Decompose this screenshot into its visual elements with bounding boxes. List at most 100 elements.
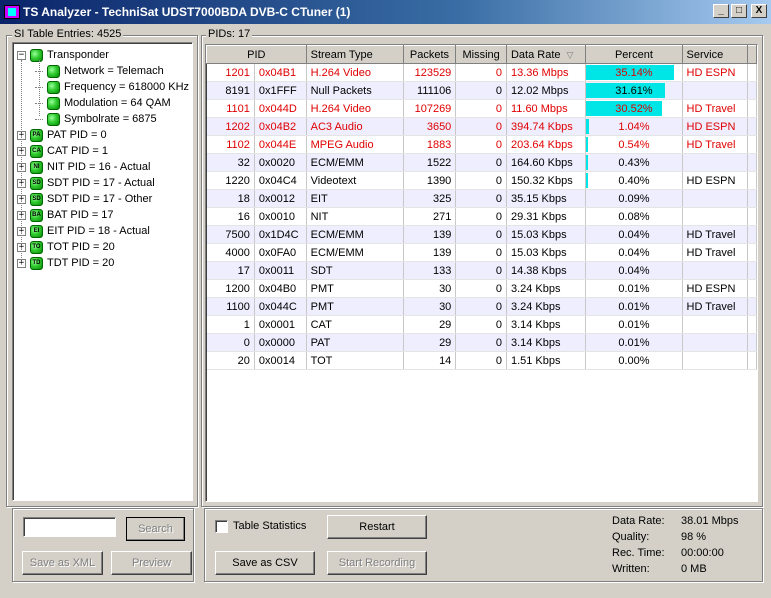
table-statistics-label[interactable]: Table Statistics <box>233 520 306 532</box>
preview-button[interactable]: Preview <box>111 551 192 575</box>
percent-text: 0.04% <box>618 228 650 241</box>
tree-node[interactable]: + TD TDT PID = 20 <box>17 255 114 271</box>
column-header-stream-type[interactable]: Stream Type <box>305 45 404 64</box>
save-as-xml-button[interactable]: Save as XML <box>22 551 103 575</box>
pid-table-view[interactable]: PID Stream Type Packets Missing Data Rat… <box>205 44 758 502</box>
cell-filler <box>747 297 757 316</box>
table-row[interactable]: 1202 0x04B2 AC3 Audio 3650 0 394.74 Kbps 1.04%… <box>206 117 757 136</box>
cell-packets: 3650 <box>403 117 457 136</box>
tree-node[interactable]: − Transponder <box>17 47 109 63</box>
cell-filler <box>747 351 757 370</box>
cell-percent: 0.04% <box>585 243 683 262</box>
pid-table[interactable]: PID Stream Type Packets Missing Data Rat… <box>206 45 757 370</box>
column-header-service[interactable]: Service <box>681 45 748 64</box>
si-tree-view[interactable]: − Transponder Network = Telemach Frequency … <box>12 42 193 501</box>
cell-stream-type: ECM/EMM <box>306 153 404 172</box>
table-row[interactable]: 1201 0x04B1 H.264 Video 123529 0 13.36 Mbps 35… <box>206 63 757 82</box>
tree-node[interactable]: + BA BAT PID = 17 <box>17 207 114 223</box>
tree-node-label: Network = Telemach <box>64 65 164 77</box>
cell-missing: 0 <box>455 117 507 136</box>
restart-button[interactable]: Restart <box>327 515 427 539</box>
cell-stream-type: SDT <box>306 261 404 280</box>
cell-filler <box>747 207 757 226</box>
cell-percent: 30.52% <box>585 99 683 118</box>
tree-node-label: SDT PID = 17 - Actual <box>47 177 155 189</box>
cell-missing: 0 <box>455 297 507 316</box>
table-row[interactable]: 8191 0x1FFF Null Packets 111106 0 12.02 Mbps 3… <box>206 81 757 100</box>
app-icon <box>4 5 20 19</box>
cell-pid-hex: 0x0014 <box>254 351 307 370</box>
cell-packets: 325 <box>403 189 457 208</box>
table-row[interactable]: 1102 0x044E MPEG Audio 1883 0 203.64 Kbps 0.54… <box>206 135 757 154</box>
minimize-button[interactable]: _ <box>713 4 729 18</box>
close-button[interactable]: X <box>751 4 767 18</box>
collapse-icon[interactable]: − <box>17 50 26 60</box>
table-node-icon: NI <box>30 160 43 174</box>
table-row[interactable]: 1 0x0001 CAT 29 0 3.14 Kbps 0.01% <box>206 315 757 334</box>
tree-node[interactable]: Network = Telemach <box>35 63 164 79</box>
column-header-percent[interactable]: Percent <box>585 45 683 64</box>
search-input[interactable] <box>23 517 116 537</box>
tree-node-label: EIT PID = 18 - Actual <box>47 225 150 237</box>
save-as-csv-button[interactable]: Save as CSV <box>215 551 315 575</box>
table-row[interactable]: 16 0x0010 NIT 271 0 29.31 Kbps 0.08% <box>206 207 757 226</box>
percent-bar <box>586 173 589 188</box>
cell-packets: 139 <box>403 243 457 262</box>
cell-service <box>682 81 748 100</box>
cell-data-rate: 29.31 Kbps <box>506 207 587 226</box>
tree-node-label: SDT PID = 17 - Other <box>47 193 153 205</box>
cell-missing: 0 <box>455 81 507 100</box>
cell-percent: 0.04% <box>585 261 683 280</box>
cell-packets: 123529 <box>403 63 457 82</box>
cell-filler <box>747 333 757 352</box>
si-table-label: SI Table Entries: 4525 <box>12 28 124 40</box>
tree-node[interactable]: + PA PAT PID = 0 <box>17 127 107 143</box>
percent-text: 0.00% <box>618 354 650 367</box>
table-row[interactable]: 18 0x0012 EIT 325 0 35.15 Kbps 0.09% <box>206 189 757 208</box>
tree-node[interactable]: Modulation = 64 QAM <box>35 95 171 111</box>
tree-node[interactable]: + CA CAT PID = 1 <box>17 143 108 159</box>
cell-pid: 20 <box>206 351 255 370</box>
cell-data-rate: 150.32 Kbps <box>506 171 587 190</box>
quality-value: 98 % <box>681 531 707 543</box>
tree-node[interactable]: + SD SDT PID = 17 - Actual <box>17 175 155 191</box>
tree-node[interactable]: + TO TOT PID = 20 <box>17 239 115 255</box>
column-header-packets[interactable]: Packets <box>402 45 457 64</box>
tree-node[interactable]: + EI EIT PID = 18 - Actual <box>17 223 150 239</box>
column-header-missing[interactable]: Missing <box>455 45 507 64</box>
table-row[interactable]: 32 0x0020 ECM/EMM 1522 0 164.60 Kbps 0.43% <box>206 153 757 172</box>
percent-bar <box>586 155 589 170</box>
tree-node[interactable]: Frequency = 618000 KHz <box>35 79 189 95</box>
table-row[interactable]: 1220 0x04C4 Videotext 1390 0 150.32 Kbps 0.40%… <box>206 171 757 190</box>
cell-pid-hex: 0x044E <box>254 135 307 154</box>
tree-node[interactable]: + NI NIT PID = 16 - Actual <box>17 159 150 175</box>
table-row[interactable]: 17 0x0011 SDT 133 0 14.38 Kbps 0.04% <box>206 261 757 280</box>
table-row[interactable]: 1101 0x044D H.264 Video 107269 0 11.60 Mbps 30… <box>206 99 757 118</box>
cell-stream-type: NIT <box>306 207 404 226</box>
table-row[interactable]: 4000 0x0FA0 ECM/EMM 139 0 15.03 Kbps 0.04% HD T… <box>206 243 757 262</box>
table-row[interactable]: 0 0x0000 PAT 29 0 3.14 Kbps 0.01% <box>206 333 757 352</box>
table-statistics-checkbox[interactable] <box>215 520 228 533</box>
table-node-icon <box>47 64 60 78</box>
title-bar[interactable]: TS Analyzer - TechniSat UDST7000BDA DVB-… <box>0 0 771 24</box>
cell-pid-hex: 0x04B0 <box>254 279 307 298</box>
column-header-data-rate[interactable]: Data Rate ▽ <box>505 45 587 64</box>
percent-text: 35.14% <box>615 66 653 79</box>
start-recording-button[interactable]: Start Recording <box>327 551 427 575</box>
tree-node[interactable]: Symbolrate = 6875 <box>35 111 157 127</box>
cell-pid-hex: 0x0001 <box>254 315 307 334</box>
table-node-icon: PA <box>30 128 43 142</box>
tree-node[interactable]: + SD SDT PID = 17 - Other <box>17 191 152 207</box>
cell-missing: 0 <box>455 63 507 82</box>
maximize-button[interactable]: □ <box>731 4 747 18</box>
table-row[interactable]: 1200 0x04B0 PMT 30 0 3.24 Kbps 0.01% HD ESPN <box>206 279 757 298</box>
cell-pid: 4000 <box>206 243 255 262</box>
table-row[interactable]: 20 0x0014 TOT 14 0 1.51 Kbps 0.00% <box>206 351 757 370</box>
cell-missing: 0 <box>455 207 507 226</box>
column-header-pid[interactable]: PID <box>206 45 307 64</box>
table-row[interactable]: 7500 0x1D4C ECM/EMM 139 0 15.03 Kbps 0.04% HD T… <box>206 225 757 244</box>
cell-pid: 1200 <box>206 279 255 298</box>
cell-filler <box>747 99 757 118</box>
search-button[interactable]: Search <box>126 517 185 541</box>
table-row[interactable]: 1100 0x044C PMT 30 0 3.24 Kbps 0.01% HD Travel <box>206 297 757 316</box>
